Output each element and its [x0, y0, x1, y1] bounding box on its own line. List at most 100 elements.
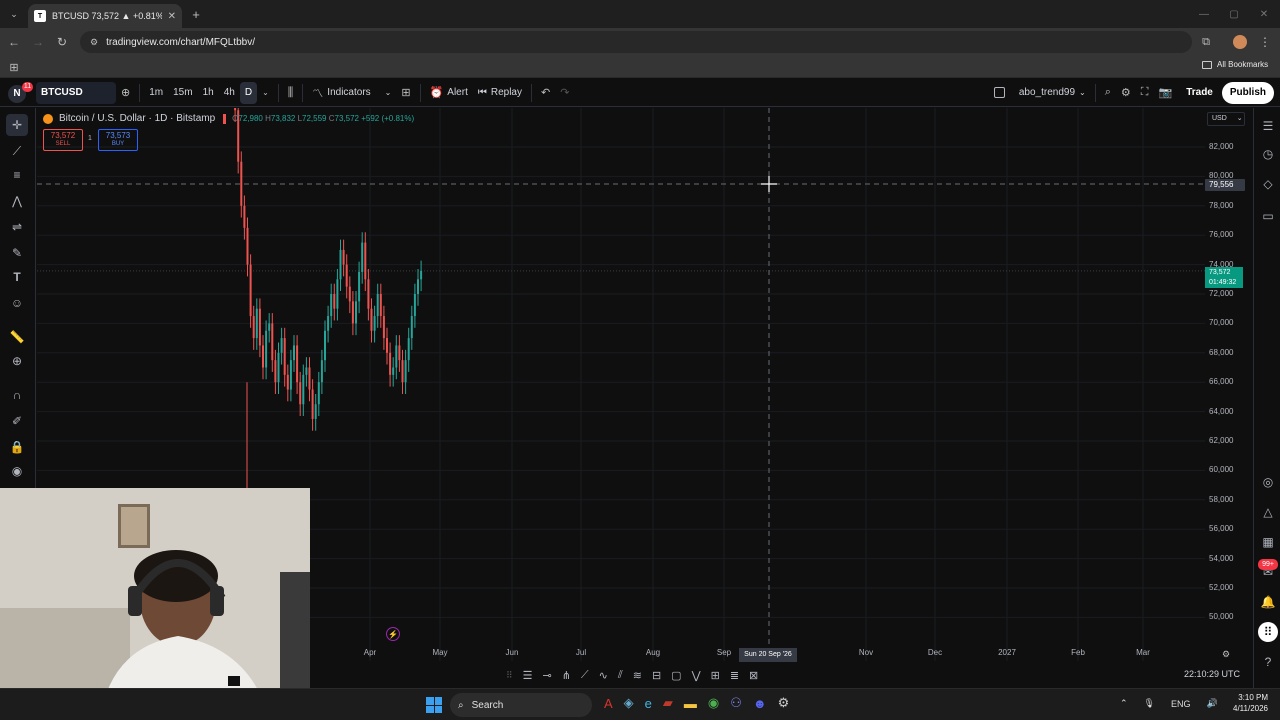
layers-icon[interactable]: ◇	[1258, 174, 1278, 194]
symbol-search[interactable]: BTCUSD	[36, 81, 116, 104]
interval-d[interactable]: D	[239, 81, 258, 104]
path-icon[interactable]: ∿	[599, 669, 608, 682]
drag-handle-icon[interactable]: ⠿	[506, 670, 513, 681]
menu-dots-icon[interactable]: ⋮	[1258, 34, 1272, 50]
file-explorer-icon[interactable]: ▬	[684, 696, 697, 711]
extensions-icon[interactable]: ⧉	[1198, 34, 1214, 50]
buy-button[interactable]: 73,573 BUY	[98, 129, 138, 151]
close-window-icon[interactable]: ✕	[1256, 6, 1272, 22]
target-icon[interactable]: ◎	[1258, 472, 1278, 492]
url-field[interactable]: ⚙ tradingview.com/chart/MFQLtbbv/	[80, 31, 1192, 53]
price-scale[interactable]: USD ⌄ 82,000 80,000 78,000 76,000 74,000 72,00…	[1205, 108, 1253, 661]
text-tool-icon[interactable]: T	[6, 266, 28, 288]
eye-icon[interactable]: ◉	[6, 460, 28, 482]
maximize-icon[interactable]: ▢	[1226, 6, 1242, 22]
indicators-button[interactable]: 〽 Indicators ⌄	[307, 82, 396, 104]
zoom-in-icon[interactable]: ⊕	[6, 350, 28, 372]
quick-search-icon[interactable]: ⌕	[1100, 82, 1116, 104]
interval-1m[interactable]: 1m	[144, 82, 168, 104]
ideas-icon[interactable]: △	[1258, 502, 1278, 522]
app-red-icon[interactable]: ▰	[663, 695, 673, 711]
forecast-icon[interactable]: ⇌	[6, 216, 28, 238]
teams-icon[interactable]: ⚇	[730, 695, 742, 711]
watchlist-icon[interactable]: ☰	[1258, 116, 1278, 136]
magnet-icon[interactable]: ∩	[6, 384, 28, 406]
trend-line-icon[interactable]: ⟋	[6, 140, 28, 162]
interval-15m[interactable]: 15m	[168, 82, 197, 104]
steam-icon[interactable]: ⚙	[778, 695, 790, 711]
templates-icon[interactable]: ⊞	[396, 82, 415, 104]
fullscreen-icon[interactable]: ⛶	[1136, 82, 1154, 104]
horizontal-lines-icon[interactable]: ☰	[523, 669, 533, 682]
camera-snapshot-icon[interactable]: 📷	[1153, 82, 1177, 104]
apps-grid-icon[interactable]: ⠿	[1258, 622, 1278, 642]
trade-button[interactable]: Trade	[1181, 82, 1218, 104]
pitchfork-icon[interactable]: ⋔	[562, 669, 571, 682]
fib-retracement-icon[interactable]: ≡	[6, 164, 28, 186]
interval-dropdown-icon[interactable]: ⌄	[257, 82, 274, 104]
candle-style-icon[interactable]: ⫼	[283, 82, 299, 104]
chevron-up-icon[interactable]: ⌃	[1120, 698, 1128, 709]
volume-icon[interactable]: 🔊	[1207, 698, 1218, 709]
lock-icon[interactable]: 🔒	[6, 436, 28, 458]
minimize-icon[interactable]: —	[1196, 6, 1212, 22]
grid-icon[interactable]: ⊞	[711, 669, 720, 682]
taskbar-search[interactable]: ⌕ Search	[450, 693, 592, 717]
ruler-icon[interactable]: 📏	[6, 326, 28, 348]
chrome-icon[interactable]: ◉	[708, 695, 719, 711]
alerts-clock-icon[interactable]: ◷	[1258, 144, 1278, 164]
windows-start-icon[interactable]	[426, 697, 442, 713]
pattern-icon[interactable]: ⋀	[6, 190, 28, 212]
undo-icon[interactable]: ↶	[536, 82, 555, 104]
redo-icon[interactable]: ↷	[555, 82, 574, 104]
acrobat-icon[interactable]: A	[604, 696, 613, 711]
levels-icon[interactable]: ≣	[730, 669, 739, 682]
close-tab-icon[interactable]: ✕	[168, 11, 176, 22]
horizontal-ray-icon[interactable]: ⊸	[542, 669, 551, 682]
site-info-icon[interactable]: ⚙	[90, 37, 98, 48]
sell-button[interactable]: 73,572 SELL	[43, 129, 83, 151]
interval-4h[interactable]: 4h	[219, 82, 240, 104]
emoji-icon[interactable]: ☺	[6, 292, 28, 314]
user-menu[interactable]: N 11	[0, 79, 33, 107]
microphone-icon[interactable]: 🎙	[1144, 698, 1155, 709]
bell-icon[interactable]: 🔔	[1258, 592, 1278, 612]
rectangle-icon[interactable]: ▢	[671, 669, 681, 682]
polyline-icon[interactable]: ⋁	[692, 669, 701, 682]
range-icon[interactable]: ⊟	[652, 669, 661, 682]
language-indicator[interactable]: ENG	[1171, 699, 1191, 709]
lock-drawing-icon[interactable]: ✐	[6, 410, 28, 432]
brush-icon[interactable]: ✎	[6, 242, 28, 264]
new-tab-icon[interactable]: +	[188, 6, 204, 22]
utc-clock[interactable]: 22:10:29 UTC	[1184, 669, 1240, 679]
layout-selector[interactable]: abo_trend99 ⌄	[989, 82, 1091, 104]
reload-icon[interactable]: ↻	[54, 34, 70, 50]
settings-gear-icon[interactable]: ⚙	[1116, 82, 1136, 104]
apps-grid-icon[interactable]: ⊞	[6, 59, 22, 75]
interval-1h[interactable]: 1h	[198, 82, 219, 104]
publish-button[interactable]: Publish	[1221, 81, 1274, 104]
edge-icon[interactable]: e	[645, 696, 652, 711]
crosshair-icon[interactable]: ✛	[6, 114, 28, 136]
compare-symbol-icon[interactable]: ⊕	[116, 82, 135, 104]
channel-icon[interactable]: ≋	[633, 669, 642, 682]
taskbar-clock[interactable]: 3:10 PM 4/11/2026	[1228, 692, 1268, 714]
time-settings-gear-icon[interactable]: ⚙	[1220, 648, 1232, 660]
calendar-icon[interactable]: ▦	[1258, 532, 1278, 552]
back-icon[interactable]: ←	[6, 34, 22, 50]
replay-button[interactable]: ⏮ Replay	[473, 82, 527, 104]
chat-icon[interactable]: ▭	[1258, 206, 1278, 226]
all-bookmarks[interactable]: All Bookmarks	[1202, 60, 1268, 69]
discord-icon[interactable]: ☻	[753, 696, 767, 711]
forward-icon[interactable]: →	[30, 34, 46, 50]
tab-search-icon[interactable]: ⌄	[6, 6, 22, 22]
browser-tab[interactable]: T BTCUSD 73,572 ▲ +0.81% abo... ✕	[28, 4, 182, 28]
alert-button[interactable]: ⏰ Alert	[425, 82, 473, 104]
help-icon[interactable]: ?	[1258, 652, 1278, 672]
lightning-event-icon[interactable]: ⚡	[386, 627, 400, 641]
parallel-channel-icon[interactable]: ⫽	[618, 669, 623, 682]
currency-selector[interactable]: USD ⌄	[1207, 112, 1245, 126]
copilot-icon[interactable]: ◈	[624, 695, 634, 711]
trend-line-icon[interactable]: ⟋	[581, 669, 589, 682]
gann-box-icon[interactable]: ⊠	[749, 669, 758, 682]
